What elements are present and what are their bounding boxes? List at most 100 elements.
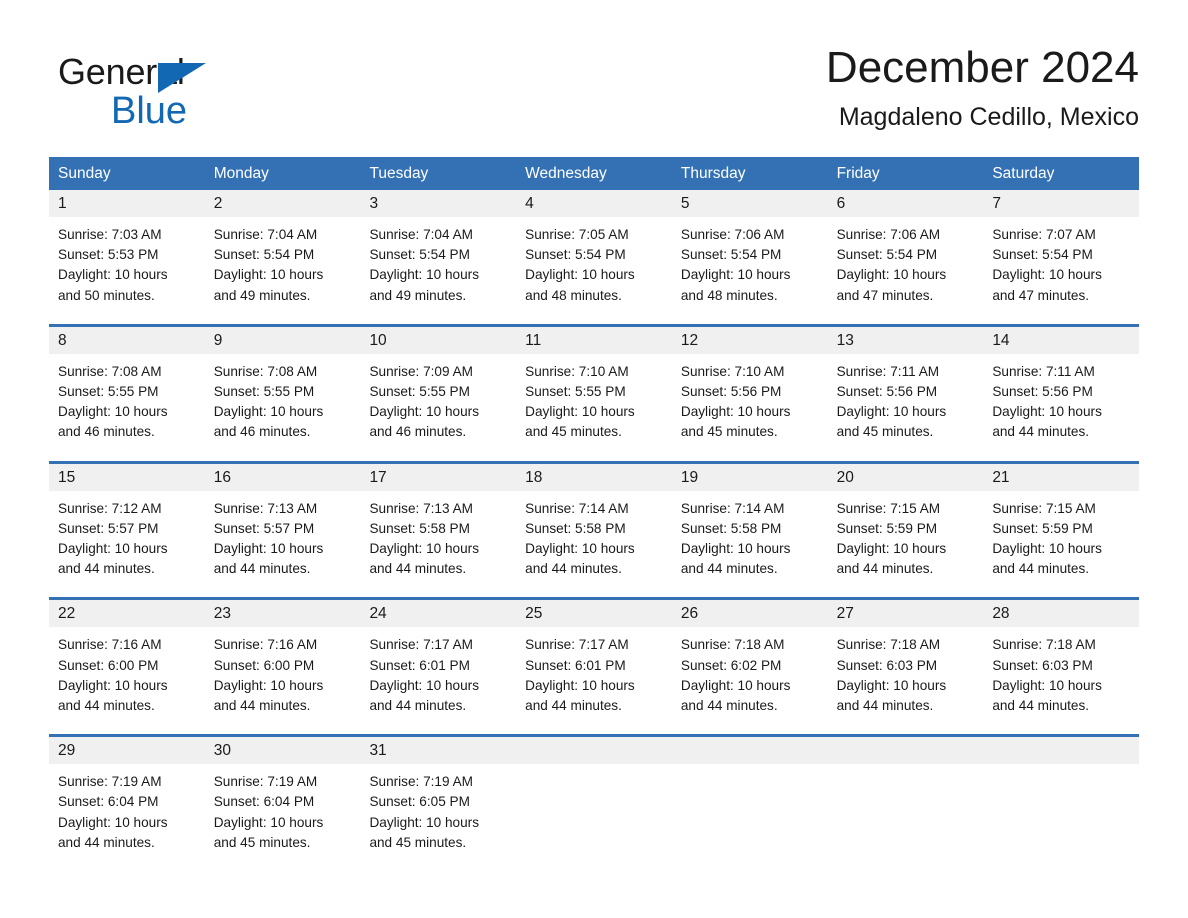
sunrise-time: Sunrise: 7:03 AM <box>58 227 162 242</box>
calendar-day-cell[interactable]: 9 Sunrise: 7:08 AM Sunset: 5:55 PM Daylight… <box>204 326 361 453</box>
calendar-day-cell[interactable]: 7 Sunrise: 7:07 AM Sunset: 5:54 PM Daylight… <box>983 190 1140 316</box>
calendar-day-cell[interactable]: 17 Sunrise: 7:13 AM Sunset: 5:58 PM Dayligh… <box>360 463 517 590</box>
calendar-day-cell[interactable]: 16 Sunrise: 7:13 AM Sunset: 5:57 PM Dayligh… <box>204 463 361 590</box>
calendar-day-cell[interactable]: 3 Sunrise: 7:04 AM Sunset: 5:54 PM Daylight… <box>360 190 517 316</box>
calendar-day-cell[interactable]: 21 Sunrise: 7:15 AM Sunset: 5:59 PM Dayligh… <box>983 463 1140 590</box>
weekday-header-thursday: Thursday <box>680 165 746 182</box>
day-details: Sunrise: 7:08 AM Sunset: 5:55 PM Daylight:… <box>49 354 205 453</box>
calendar-day-cell[interactable]: 12 Sunrise: 7:10 AM Sunset: 5:56 PM Dayligh… <box>671 326 828 453</box>
calendar-day-cell[interactable]: 4 Sunrise: 7:05 AM Sunset: 5:54 PM Daylight… <box>516 190 672 316</box>
calendar-grid: Sunday Monday Tuesday Wednesday Thursday Frid… <box>49 157 1140 864</box>
calendar-day-cell[interactable]: 29 Sunrise: 7:19 AM Sunset: 6:04 PM Dayligh… <box>49 737 205 864</box>
daylight-duration-line1: Daylight: 10 hours <box>58 404 168 420</box>
day-number: 23 <box>204 600 361 628</box>
daylight-duration-line1: Daylight: 10 hours <box>680 541 791 557</box>
sunset-time: Sunset: 5:56 PM <box>836 384 938 400</box>
calendar-day-cell[interactable]: 28 Sunrise: 7:18 AM Sunset: 6:03 PM Dayligh… <box>983 600 1140 727</box>
day-details: Sunrise: 7:06 AM Sunset: 5:54 PM Daylight:… <box>828 217 984 316</box>
daylight-duration-line1: Daylight: 10 hours <box>369 267 480 283</box>
calendar-day-cell[interactable]: 8 Sunrise: 7:08 AM Sunset: 5:55 PM Daylight… <box>49 326 205 453</box>
calendar-day-cell[interactable]: 24 Sunrise: 7:17 AM Sunset: 6:01 PM Dayligh… <box>360 600 517 727</box>
sunset-time: Sunset: 5:58 PM <box>369 520 470 536</box>
calendar-day-cell[interactable]: 27 Sunrise: 7:18 AM Sunset: 6:03 PM Dayligh… <box>827 600 984 727</box>
day-number: 27 <box>827 600 984 628</box>
calendar-day-cell[interactable]: 11 Sunrise: 7:10 AM Sunset: 5:55 PM Dayligh… <box>516 326 672 453</box>
sunset-time: Sunset: 5:54 PM <box>836 247 938 263</box>
day-number: 9 <box>204 326 361 354</box>
sunrise-time: Sunrise: 7:04 AM <box>213 227 318 242</box>
weekday-header-wednesday: Wednesday <box>525 165 607 182</box>
sunset-time: Sunset: 6:04 PM <box>58 794 159 810</box>
daylight-duration-line1: Daylight: 10 hours <box>680 677 791 693</box>
calendar-day-cell[interactable]: 18 Sunrise: 7:14 AM Sunset: 5:58 PM Dayligh… <box>516 463 672 590</box>
daylight-duration-line2: and 44 minutes. <box>525 698 622 714</box>
day-number: 13 <box>827 326 984 354</box>
sunrise-time: Sunrise: 7:18 AM <box>680 637 785 653</box>
sunset-time: Sunset: 5:57 PM <box>58 520 159 536</box>
sunrise-time: Sunrise: 7:15 AM <box>836 500 941 516</box>
calendar-day-cell[interactable]: 22 Sunrise: 7:16 AM Sunset: 6:00 PM Dayligh… <box>49 600 205 727</box>
sunset-time: Sunset: 5:57 PM <box>213 520 315 536</box>
daylight-duration-line1: Daylight: 10 hours <box>992 267 1102 283</box>
calendar-day-cell[interactable]: 10 Sunrise: 7:09 AM Sunset: 5:55 PM Dayligh… <box>360 326 517 453</box>
daylight-duration-line2: and 44 minutes. <box>836 561 934 577</box>
calendar-day-cell[interactable]: 20 Sunrise: 7:15 AM Sunset: 5:59 PM Dayligh… <box>827 463 984 590</box>
day-details <box>516 764 672 858</box>
daylight-duration-line2: and 46 minutes. <box>213 424 311 440</box>
sunrise-time: Sunrise: 7:08 AM <box>58 363 162 379</box>
day-details <box>983 764 1139 858</box>
sunrise-time: Sunrise: 7:19 AM <box>58 774 162 790</box>
calendar-day-cell[interactable]: 1 Sunrise: 7:03 AM Sunset: 5:53 PM Daylight… <box>49 190 205 316</box>
calendar-day-cell[interactable]: 23 Sunrise: 7:16 AM Sunset: 6:00 PM Dayligh… <box>204 600 361 727</box>
daylight-duration-line2: and 44 minutes. <box>680 698 778 714</box>
daylight-duration-line2: and 44 minutes. <box>369 698 467 714</box>
calendar-day-cell[interactable]: 30 Sunrise: 7:19 AM Sunset: 6:04 PM Dayligh… <box>204 737 361 864</box>
calendar-day-cell[interactable]: 2 Sunrise: 7:04 AM Sunset: 5:54 PM Daylight… <box>204 190 361 316</box>
sunrise-time: Sunrise: 7:04 AM <box>369 227 473 242</box>
page-subtitle: Magdaleno Cedillo, Mexico <box>838 103 1139 131</box>
daylight-duration-line2: and 46 minutes. <box>58 424 155 440</box>
day-number: 25 <box>516 600 672 628</box>
calendar-day-cell[interactable]: 26 Sunrise: 7:18 AM Sunset: 6:02 PM Dayligh… <box>671 600 828 727</box>
sunset-time: Sunset: 5:55 PM <box>213 384 315 400</box>
sunset-time: Sunset: 5:56 PM <box>992 384 1093 400</box>
day-number <box>983 737 1140 765</box>
daylight-duration-line2: and 44 minutes. <box>836 698 934 714</box>
calendar-day-cell[interactable]: 14 Sunrise: 7:11 AM Sunset: 5:56 PM Dayligh… <box>983 326 1140 453</box>
calendar-day-cell[interactable]: 6 Sunrise: 7:06 AM Sunset: 5:54 PM Daylight… <box>827 190 984 316</box>
day-number: 6 <box>827 190 984 217</box>
page-header: General Blue December 2024 Magdaleno Ced… <box>49 40 1139 150</box>
sunset-time: Sunset: 5:59 PM <box>992 520 1093 536</box>
sunset-time: Sunset: 5:54 PM <box>369 247 470 263</box>
daylight-duration-line1: Daylight: 10 hours <box>369 677 480 693</box>
day-details: Sunrise: 7:18 AM Sunset: 6:03 PM Daylight:… <box>828 627 984 726</box>
weekday-header-friday: Friday <box>836 165 880 182</box>
daylight-duration-line2: and 49 minutes. <box>213 287 311 303</box>
daylight-duration-line2: and 44 minutes. <box>992 561 1090 577</box>
sunset-time: Sunset: 6:00 PM <box>58 657 159 673</box>
day-details: Sunrise: 7:08 AM Sunset: 5:55 PM Daylight:… <box>205 354 361 453</box>
calendar-week-row: 1 Sunrise: 7:03 AM Sunset: 5:53 PM Daylight… <box>49 190 1140 316</box>
calendar-day-cell[interactable]: 15 Sunrise: 7:12 AM Sunset: 5:57 PM Dayligh… <box>49 463 205 590</box>
calendar-day-cell[interactable]: 31 Sunrise: 7:19 AM Sunset: 6:05 PM Dayligh… <box>360 737 517 864</box>
generalblue-logo[interactable]: General Blue <box>58 51 338 143</box>
weekday-header-monday: Monday <box>213 165 269 182</box>
calendar-day-cell[interactable]: 13 Sunrise: 7:11 AM Sunset: 5:56 PM Dayligh… <box>827 326 984 453</box>
daylight-duration-line2: and 44 minutes. <box>213 561 311 577</box>
calendar-day-cell[interactable]: 5 Sunrise: 7:06 AM Sunset: 5:54 PM Daylight… <box>671 190 828 316</box>
sunset-time: Sunset: 6:04 PM <box>213 794 315 810</box>
day-number: 26 <box>671 600 828 628</box>
sunrise-time: Sunrise: 7:06 AM <box>836 227 941 242</box>
day-number: 24 <box>360 600 517 628</box>
day-details: Sunrise: 7:13 AM Sunset: 5:57 PM Daylight:… <box>205 491 361 590</box>
day-details: Sunrise: 7:19 AM Sunset: 6:05 PM Daylight:… <box>360 764 516 863</box>
daylight-duration-line2: and 48 minutes. <box>525 287 622 303</box>
day-details <box>672 764 828 858</box>
daylight-duration-line2: and 44 minutes. <box>369 561 467 577</box>
daylight-duration-line1: Daylight: 10 hours <box>992 677 1102 693</box>
sunrise-time: Sunrise: 7:15 AM <box>992 500 1096 516</box>
day-number: 2 <box>204 190 361 217</box>
calendar-day-cell[interactable]: 25 Sunrise: 7:17 AM Sunset: 6:01 PM Dayligh… <box>516 600 672 727</box>
sunrise-time: Sunrise: 7:08 AM <box>213 363 318 379</box>
calendar-day-cell[interactable]: 19 Sunrise: 7:14 AM Sunset: 5:58 PM Dayligh… <box>671 463 828 590</box>
